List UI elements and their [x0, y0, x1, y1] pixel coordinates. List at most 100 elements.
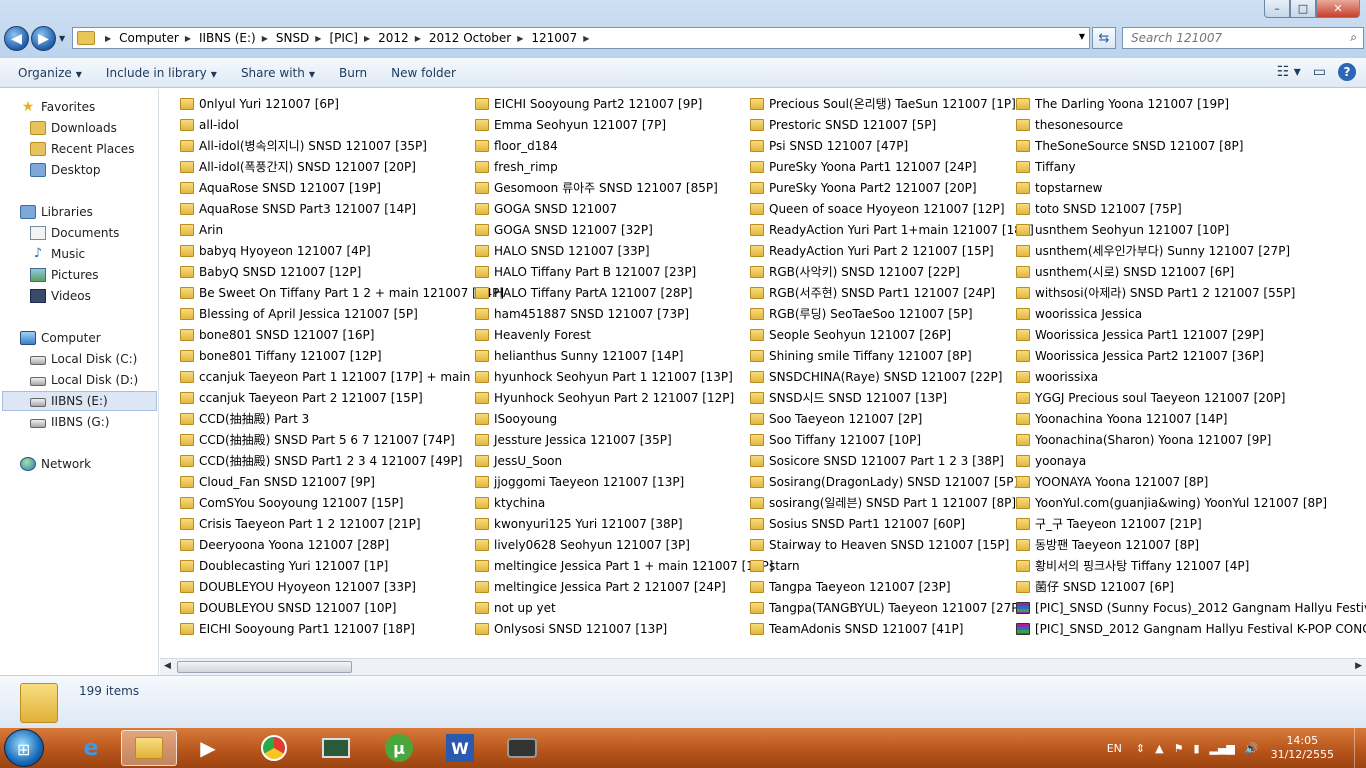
folder-item[interactable]: TeamAdonis SNSD 121007 [41P] [750, 618, 963, 639]
preview-pane-icon[interactable]: ▭ [1313, 64, 1326, 80]
nav-iibns-e[interactable]: IIBNS (E:) [2, 391, 157, 411]
folder-item[interactable]: PureSky Yoona Part2 121007 [20P] [750, 177, 977, 198]
folder-item[interactable]: Be Sweet On Tiffany Part 1 2 + main 1210… [180, 282, 504, 303]
start-button[interactable]: ⊞ [4, 729, 44, 767]
folder-item[interactable]: RGB(루딩) SeoTaeSoo 121007 [5P] [750, 303, 973, 324]
folder-item[interactable]: Cloud_Fan SNSD 121007 [9P] [180, 471, 375, 492]
maximize-button[interactable]: □ [1290, 0, 1316, 18]
folder-item[interactable]: CCD(抽抽殿) SNSD Part 5 6 7 121007 [74P] [180, 429, 455, 450]
chevron-right-icon[interactable]: ▶ [415, 34, 421, 43]
clock[interactable]: 14:05 31/12/2555 [1271, 734, 1334, 762]
folder-item[interactable]: EICHI Sooyoung Part1 121007 [18P] [180, 618, 415, 639]
help-icon[interactable]: ? [1338, 63, 1356, 81]
search-input[interactable] [1123, 28, 1333, 48]
folder-item[interactable]: SNSD시드 SNSD 121007 [13P] [750, 387, 947, 408]
folder-item[interactable]: SNSDCHINA(Raye) SNSD 121007 [22P] [750, 366, 1002, 387]
folder-item[interactable]: All-idol(폭풍간지) SNSD 121007 [20P] [180, 156, 416, 177]
folder-item[interactable]: YOONAYA Yoona 121007 [8P] [1016, 471, 1208, 492]
folder-item[interactable]: ccanjuk Taeyeon Part 1 121007 [17P] + ma… [180, 366, 489, 387]
folder-item[interactable]: GOGA SNSD 121007 [475, 198, 617, 219]
folder-item[interactable]: YGGJ Precious soul Taeyeon 121007 [20P] [1016, 387, 1285, 408]
new-folder-button[interactable]: New folder [391, 66, 456, 80]
language-indicator[interactable]: EN [1107, 742, 1122, 755]
chevron-right-icon[interactable]: ▶ [105, 34, 111, 43]
folder-item[interactable]: Psi SNSD 121007 [47P] [750, 135, 908, 156]
nav-local-disk-c[interactable]: Local Disk (C:) [30, 349, 137, 369]
folder-item[interactable]: Sosirang(DragonLady) SNSD 121007 [5P] [750, 471, 1018, 492]
folder-item[interactable]: Hyunhock Seohyun Part 2 121007 [12P] [475, 387, 734, 408]
folder-item[interactable]: RGB(사악키) SNSD 121007 [22P] [750, 261, 960, 282]
network-signal-icon[interactable]: ▂▄▆ [1210, 742, 1235, 755]
folder-item[interactable]: EICHI Sooyoung Part2 121007 [9P] [475, 93, 702, 114]
nav-libraries[interactable]: Libraries [20, 202, 93, 222]
folder-item[interactable]: Soo Tiffany 121007 [10P] [750, 429, 921, 450]
address-bar[interactable]: ▶ Computer ▶ IIBNS (E:) ▶ SNSD ▶ [PIC] ▶… [72, 27, 1090, 49]
taskbar-camera[interactable] [494, 730, 550, 766]
folder-item[interactable]: Emma Seohyun 121007 [7P] [475, 114, 666, 135]
folder-item[interactable]: DOUBLEYOU SNSD 121007 [10P] [180, 597, 396, 618]
nav-favorites[interactable]: ★ Favorites [20, 97, 96, 117]
chevron-right-icon[interactable]: ▶ [517, 34, 523, 43]
folder-item[interactable]: meltingice Jessica Part 2 121007 [24P] [475, 576, 726, 597]
crumb-2012-october[interactable]: 2012 October [429, 31, 511, 45]
scrollbar-thumb[interactable] [177, 661, 352, 673]
nav-local-disk-d[interactable]: Local Disk (D:) [30, 370, 138, 390]
folder-item[interactable]: 菌仔 SNSD 121007 [6P] [1016, 576, 1174, 597]
folder-item[interactable]: PureSky Yoona Part1 121007 [24P] [750, 156, 977, 177]
folder-item[interactable]: 동방팬 Taeyeon 121007 [8P] [1016, 534, 1199, 555]
taskbar-remote-desktop[interactable] [308, 730, 364, 766]
folder-item[interactable]: starn [750, 555, 800, 576]
folder-item[interactable]: 황비서의 핑크사탕 Tiffany 121007 [4P] [1016, 555, 1249, 576]
folder-item[interactable]: TheSoneSource SNSD 121007 [8P] [1016, 135, 1243, 156]
folder-item[interactable]: Shining smile Tiffany 121007 [8P] [750, 345, 972, 366]
folder-item[interactable]: ccanjuk Taeyeon Part 2 121007 [15P] [180, 387, 423, 408]
folder-item[interactable]: Seople Seohyun 121007 [26P] [750, 324, 951, 345]
folder-item[interactable]: Blessing of April Jessica 121007 [5P] [180, 303, 418, 324]
language-arrows-icon[interactable]: ⇕ [1136, 742, 1145, 755]
include-in-library-button[interactable]: Include in library ▼ [106, 66, 217, 80]
folder-item[interactable]: HALO SNSD 121007 [33P] [475, 240, 650, 261]
folder-item[interactable]: Yoonachina(Sharon) Yoona 121007 [9P] [1016, 429, 1271, 450]
search-icon[interactable]: ⌕ [1350, 30, 1357, 45]
folder-item[interactable]: bone801 Tiffany 121007 [12P] [180, 345, 382, 366]
crumb-computer[interactable]: Computer [119, 31, 179, 45]
folder-item[interactable]: floor_d184 [475, 135, 558, 156]
folder-item[interactable]: babyq Hyoyeon 121007 [4P] [180, 240, 371, 261]
nav-desktop[interactable]: Desktop [30, 160, 101, 180]
refresh-button[interactable]: ⇆ [1092, 27, 1116, 49]
crumb-2012[interactable]: 2012 [378, 31, 409, 45]
folder-item[interactable]: Prestoric SNSD 121007 [5P] [750, 114, 936, 135]
folder-item[interactable]: Tangpa(TANGBYUL) Taeyeon 121007 [27P] [750, 597, 1023, 618]
folder-item[interactable]: BabyQ SNSD 121007 [12P] [180, 261, 361, 282]
nav-iibns-g[interactable]: IIBNS (G:) [30, 412, 109, 432]
folder-item[interactable]: Yoonachina Yoona 121007 [14P] [1016, 408, 1227, 429]
taskbar-windows-explorer[interactable] [121, 730, 177, 766]
folder-item[interactable]: woorissixa [1016, 366, 1098, 387]
taskbar-utorrent[interactable]: µ [371, 730, 427, 766]
folder-item[interactable]: 구_구 Taeyeon 121007 [21P] [1016, 513, 1202, 534]
folder-item[interactable]: HALO Tiffany PartA 121007 [28P] [475, 282, 692, 303]
folder-item[interactable]: HALO Tiffany Part B 121007 [23P] [475, 261, 696, 282]
crumb-pic[interactable]: [PIC] [329, 31, 358, 45]
folder-item[interactable]: RGB(서주현) SNSD Part1 121007 [24P] [750, 282, 995, 303]
nav-downloads[interactable]: Downloads [30, 118, 117, 138]
archive-item[interactable]: [PIC]_SNSD (Sunny Focus)_2012 Gangnam Ha… [1016, 597, 1366, 618]
folder-item[interactable]: CCD(抽抽殿) Part 3 [180, 408, 309, 429]
folder-item[interactable]: thesonesource [1016, 114, 1123, 135]
back-button[interactable]: ◀ [4, 26, 29, 51]
taskbar-media-player[interactable]: ▶ [180, 730, 236, 766]
close-button[interactable]: ✕ [1316, 0, 1360, 18]
folder-item[interactable]: Arin [180, 219, 223, 240]
folder-item[interactable]: Soo Taeyeon 121007 [2P] [750, 408, 922, 429]
action-center-flag-icon[interactable]: ⚑ [1174, 742, 1184, 755]
folder-item[interactable]: toto SNSD 121007 [75P] [1016, 198, 1182, 219]
folder-item[interactable]: topstarnew [1016, 177, 1103, 198]
taskbar-chrome[interactable] [246, 730, 302, 766]
folder-item[interactable]: Sosius SNSD Part1 121007 [60P] [750, 513, 965, 534]
folder-item[interactable]: ReadyAction Yuri Part 1+main 121007 [18P… [750, 219, 1034, 240]
folder-item[interactable]: bone801 SNSD 121007 [16P] [180, 324, 374, 345]
folder-item[interactable]: JessU_Soon [475, 450, 562, 471]
folder-item[interactable]: Woorissica Jessica Part1 121007 [29P] [1016, 324, 1264, 345]
nav-videos[interactable]: Videos [30, 286, 91, 306]
folder-item[interactable]: Onlysosi SNSD 121007 [13P] [475, 618, 667, 639]
